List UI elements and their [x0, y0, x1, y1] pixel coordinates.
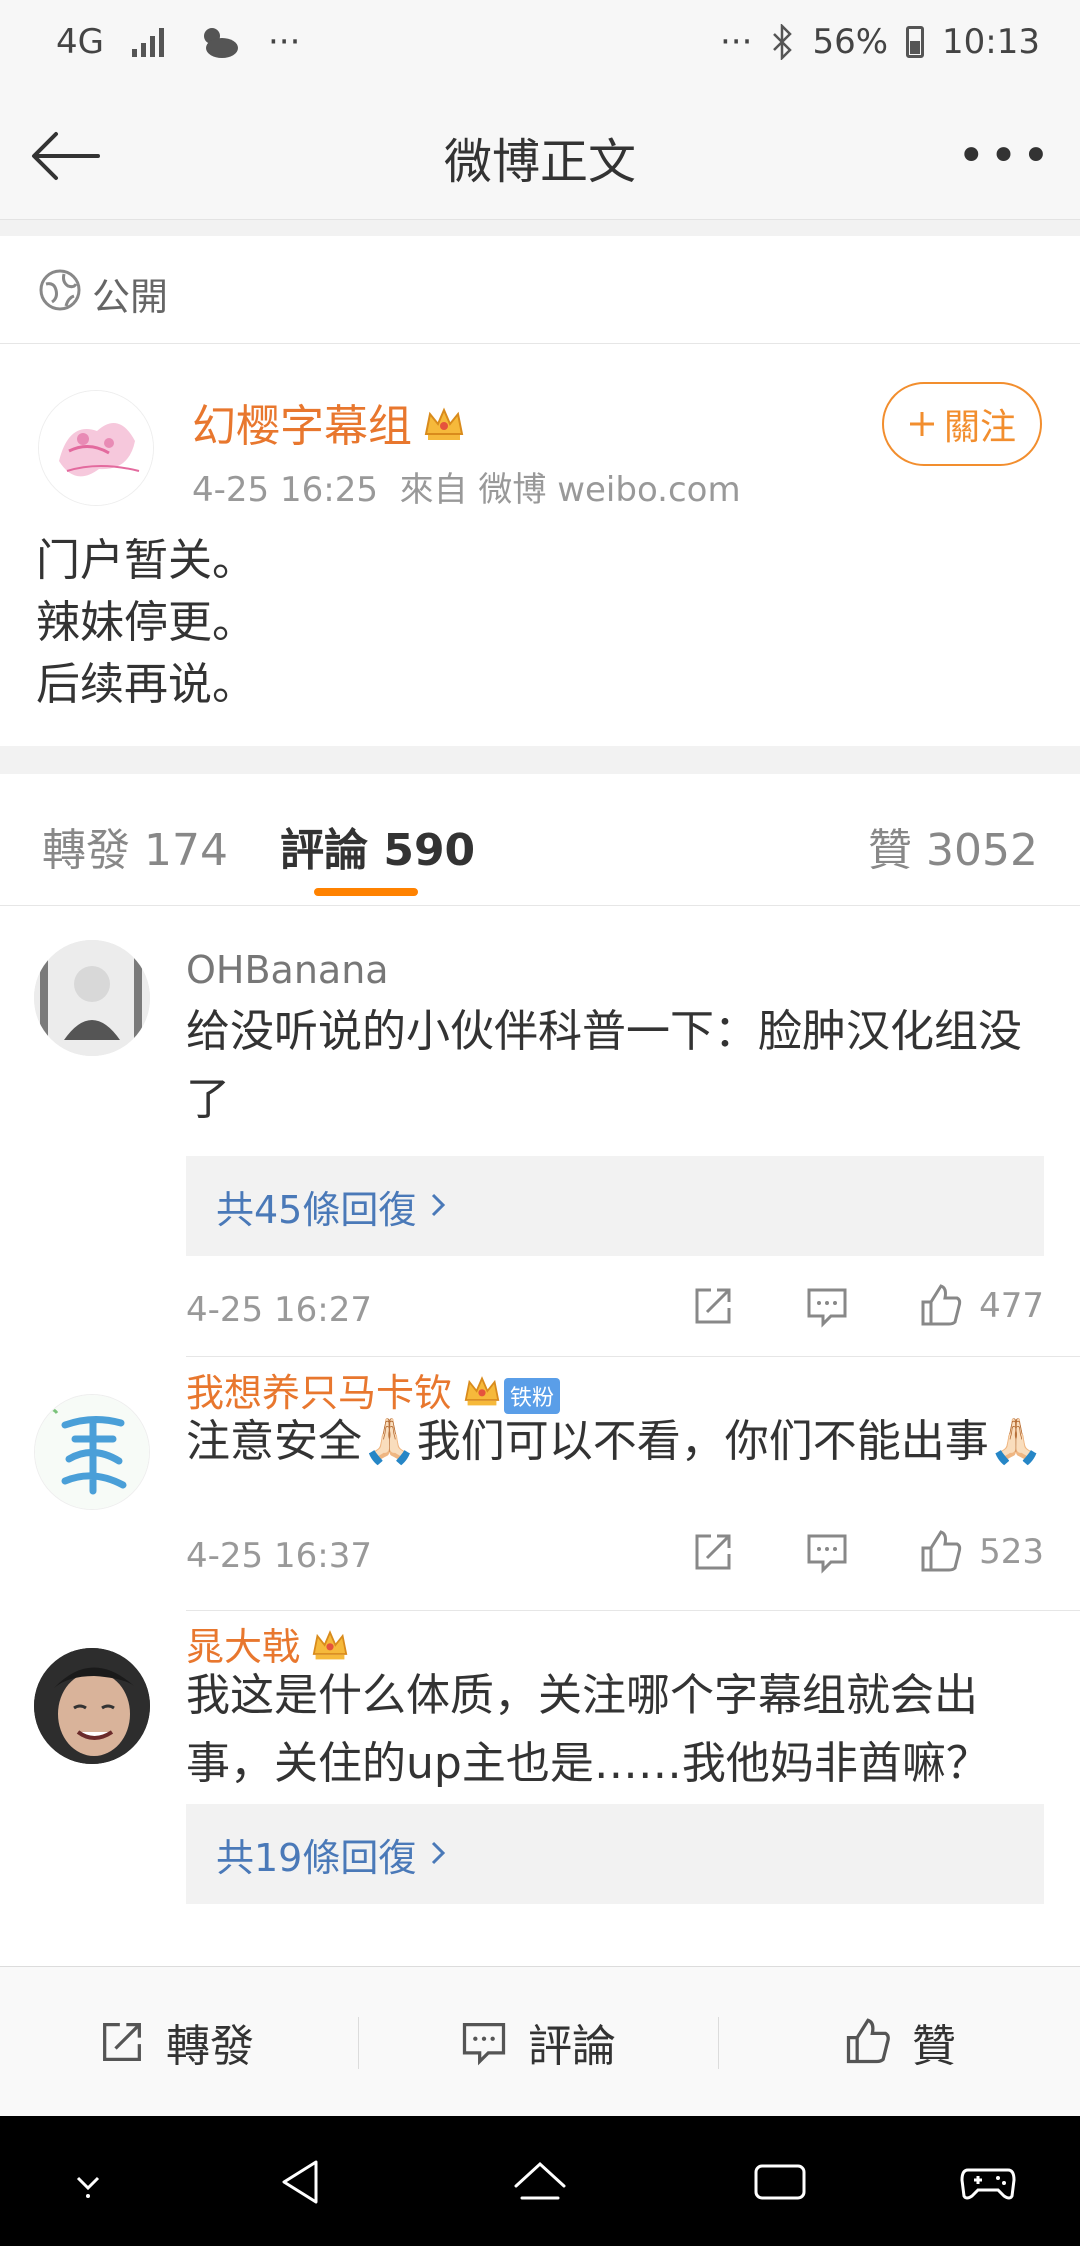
bar-separator: [718, 2017, 719, 2069]
globe-icon: [39, 269, 81, 311]
post-line: 辣妹停更。: [36, 597, 256, 648]
like-button[interactable]: 贊: [842, 1967, 956, 2117]
bar-separator: [358, 2017, 359, 2069]
nav-bar: 微博正文 •••: [0, 92, 1080, 220]
post-line: 门户暂关。: [36, 535, 256, 586]
post-meta: 4-25 16:25 來自 微博 weibo.com: [192, 462, 741, 511]
tab-comments-label: 評論: [280, 825, 368, 876]
tab-comments-count: 590: [383, 825, 476, 876]
bluetooth-icon: [773, 24, 793, 60]
like-label: 贊: [912, 2021, 956, 2072]
comment-time: 4-25 16:37: [186, 1536, 372, 1576]
battery-percent: 56%: [812, 22, 889, 62]
comment-icon[interactable]: [803, 1528, 851, 1576]
tab-reposts[interactable]: 轉發 174: [42, 814, 228, 878]
comment-text: 我这是什么体质，关注哪个字幕组就会出事，关住的up主也是……我他妈非酋嘛？: [186, 1670, 990, 1789]
commenter-avatar[interactable]: [34, 940, 150, 1056]
like-count: 523: [979, 1532, 1044, 1572]
comment-actions: 523: [623, 1528, 1044, 1576]
battery-icon: [906, 26, 925, 58]
game-controller-icon[interactable]: [956, 2150, 1020, 2214]
tab-comments[interactable]: 評論 590: [280, 814, 475, 878]
comment-icon[interactable]: [803, 1282, 851, 1330]
thumbs-up-icon[interactable]: [917, 1282, 965, 1330]
avatar-image: [35, 1395, 149, 1509]
replies-label: 共19條回復: [216, 1835, 417, 1880]
follow-button[interactable]: 關注: [882, 382, 1042, 466]
comment-label: 評論: [528, 2021, 616, 2072]
post-time: 4-25 16:25: [192, 470, 378, 510]
tab-likes[interactable]: 贊 3052: [868, 814, 1038, 878]
network-indicator: 4G: [56, 22, 104, 62]
comment-divider: [186, 1356, 1080, 1357]
replies-label: 共45條回復: [216, 1187, 417, 1232]
visibility-row: 公開: [0, 236, 1080, 344]
author-avatar[interactable]: [38, 390, 154, 506]
comment-list: OHBanana 给没听说的小伙伴科普一下：脸肿汉化组没了 共45條回復 4-2…: [0, 906, 1080, 1966]
system-nav-bar: [0, 2116, 1080, 2246]
commenter-name[interactable]: OHBanana: [186, 948, 389, 992]
view-replies-button[interactable]: 共19條回復: [186, 1804, 1044, 1904]
thumbs-up-icon: [846, 2018, 890, 2064]
bottom-action-bar: 轉發 評論 贊: [0, 1966, 1080, 2116]
author-logo: [39, 391, 153, 505]
crown-icon: [422, 404, 466, 455]
active-tab-indicator: [314, 888, 418, 896]
share-icon[interactable]: [689, 1282, 737, 1330]
post-tabs: 轉發 174 評論 590 贊 3052: [0, 774, 1080, 906]
home-icon[interactable]: [508, 2150, 572, 2214]
comment-time: 4-25 16:27: [186, 1290, 372, 1330]
plus-icon: [909, 412, 934, 436]
back-triangle-icon[interactable]: [270, 2150, 334, 2214]
author-name[interactable]: 幻樱字幕组: [192, 390, 466, 455]
post-content: 门户暂关。 辣妹停更。 后续再说。: [36, 530, 256, 716]
page-title: 微博正文: [443, 134, 636, 190]
comment-divider: [186, 1610, 1080, 1611]
avatar-image: [34, 1648, 150, 1764]
status-more-left: ···: [267, 22, 301, 62]
post-source: 來自 微博 weibo.com: [399, 470, 741, 510]
author-name-text: 幻樱字幕组: [192, 401, 412, 452]
avatar-image: [34, 940, 150, 1056]
chevron-down-icon[interactable]: [56, 2150, 120, 2214]
comment-text: 给没听说的小伙伴科普一下：脸肿汉化组没了: [186, 1006, 1022, 1125]
comment-icon: [462, 2023, 506, 2066]
comment-button[interactable]: 評論: [458, 1967, 616, 2117]
visibility-label: 公開: [92, 275, 169, 319]
view-replies-button[interactable]: 共45條回復: [186, 1156, 1044, 1256]
thumbs-up-icon[interactable]: [917, 1528, 965, 1576]
signal-icon: [131, 28, 164, 57]
like-count: 477: [979, 1286, 1044, 1326]
clock: 10:13: [942, 22, 1040, 62]
section-divider: [0, 220, 1080, 236]
commenter-avatar[interactable]: [34, 1394, 150, 1510]
section-divider: [0, 746, 1080, 774]
post-card: 幻樱字幕组 4-25 16:25 來自 微博 weibo.com 關注 门户暂关…: [0, 344, 1080, 746]
status-more-right: ···: [720, 22, 753, 62]
repost-label: 轉發: [166, 2021, 254, 2072]
share-icon: [103, 2023, 141, 2061]
status-bar: 4G ··· ··· 56% 10:13: [0, 0, 1080, 92]
recent-apps-icon[interactable]: [748, 2150, 812, 2214]
more-options-icon[interactable]: •••: [957, 128, 1054, 184]
post-line: 后续再说。: [36, 659, 256, 710]
follow-label: 關注: [943, 407, 1016, 448]
comment-text: 注意安全🙏🏻我们可以不看，你们不能出事🙏🏻: [186, 1416, 1044, 1467]
chevron-right-icon: [430, 1184, 446, 1228]
commenter-avatar[interactable]: [34, 1648, 150, 1764]
repost-button[interactable]: 轉發: [96, 1967, 254, 2117]
share-icon[interactable]: [689, 1528, 737, 1576]
chevron-right-icon: [430, 1832, 446, 1876]
weather-icon: [203, 28, 238, 58]
comment-actions: 477: [623, 1282, 1044, 1330]
